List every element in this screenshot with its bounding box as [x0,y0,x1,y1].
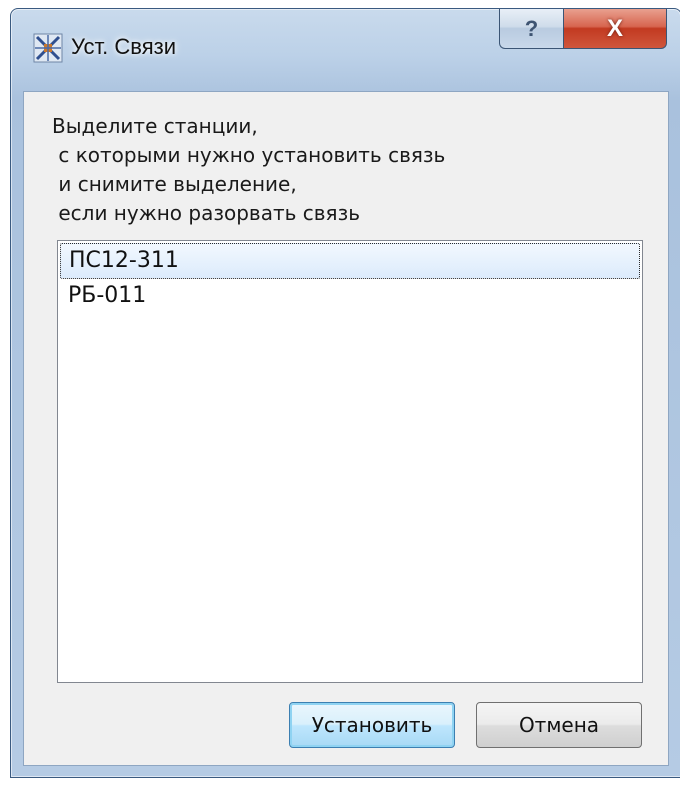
instruction-line-2: с которыми нужно установить связь [52,143,446,167]
cancel-button[interactable]: Отмена [476,702,642,748]
establish-button[interactable]: Установить [289,702,455,748]
instruction-line-3: и снимите выделение, [52,172,297,196]
title-bar[interactable]: Уст. Связи ? X [11,9,680,91]
instruction-line-4: если нужно разорвать связь [52,201,360,225]
caption-buttons: ? X [499,9,667,49]
list-item-station[interactable]: ПС12-311 [60,243,640,279]
instruction-line-1: Выделите станции, [52,114,258,138]
station-list[interactable]: ПС12-311 РБ-011 [57,240,643,683]
close-button[interactable]: X [563,9,667,49]
window-title: Уст. Связи [71,34,176,59]
instruction-text: Выделите станции, с которыми нужно устан… [52,112,445,228]
list-item-station[interactable]: РБ-011 [60,279,640,315]
dialog-content: Выделите станции, с которыми нужно устан… [23,91,669,766]
help-button[interactable]: ? [499,9,563,49]
dialog-window: Уст. Связи ? X Выделите станции, с котор… [10,8,680,778]
app-grid-icon [33,33,63,63]
